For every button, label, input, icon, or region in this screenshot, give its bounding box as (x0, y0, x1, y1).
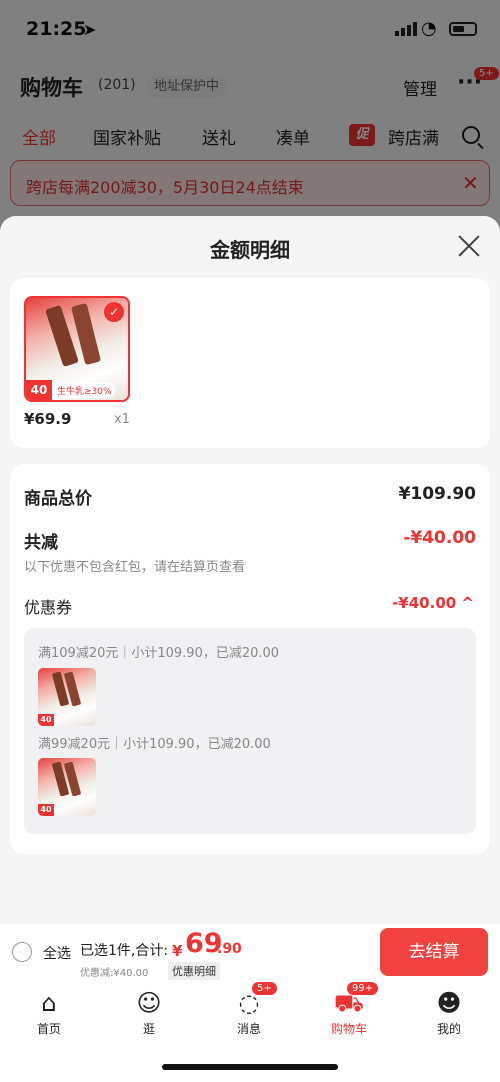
dim-overlay[interactable] (0, 0, 500, 230)
coupon-line: 满109减20元｜小计109.90，已减20.00 (38, 646, 280, 661)
home-icon: ⌂ (41, 989, 57, 1017)
product-qty: x1 (114, 412, 130, 427)
tab-cart[interactable]: ⛟ 购物车 (314, 988, 384, 1037)
reduce-label: 共减 (24, 533, 58, 553)
message-badge: 5+ (252, 982, 277, 995)
price-breakdown-card: 商品总价 ¥109.90 共减 -¥40.00 以下优惠不包含红包，请在结算页查… (10, 464, 490, 854)
home-indicator (162, 1064, 338, 1070)
tab-label: 首页 (36, 1022, 61, 1036)
select-all-label[interactable]: 全选 (43, 943, 71, 963)
currency-symbol: ¥ (172, 942, 183, 960)
coupon-detail-box: 满109减20元｜小计109.90，已减20.00 40 满99减20元｜小计1… (24, 628, 476, 834)
total-value: ¥109.90 (398, 484, 476, 504)
reduce-note: 以下优惠不包含红包，请在结算页查看 (24, 560, 246, 575)
tab-me[interactable]: ☻ 我的 (414, 988, 484, 1037)
coupon-label: 优惠券 (24, 598, 73, 617)
sheet-title: 金额明细 (210, 238, 290, 262)
face-icon: ☺ (136, 989, 162, 1017)
total-label: 商品总价 (24, 489, 92, 509)
product-card: ✓ 40 生牛乳≥30% ¥69.9 x1 (10, 278, 490, 448)
tab-label: 购物车 (330, 1022, 367, 1036)
tab-label: 消息 (236, 1022, 261, 1036)
selected-info: 已选1件,合计: (80, 943, 169, 959)
select-all-radio[interactable] (12, 942, 32, 962)
cart-badge: 99+ (347, 982, 379, 995)
coupon-product-image: 40 (38, 758, 96, 816)
product-image[interactable]: ✓ 40 生牛乳≥30% (24, 296, 130, 402)
checkout-bar: 全选 已选1件,合计: ¥ 69 .90 优惠减:¥40.00 优惠明细 去结算 (0, 924, 500, 982)
tab-messages[interactable]: ◌ 消息 (214, 988, 284, 1037)
tab-label: 我的 (436, 1022, 461, 1036)
tab-label: 逛 (142, 1022, 155, 1036)
reduce-value: -¥40.00 (403, 528, 476, 548)
coupon-value[interactable]: -¥40.00 ^ (392, 594, 474, 612)
tab-browse[interactable]: ☺ 逛 (114, 988, 184, 1037)
product-price: ¥69.9 (24, 410, 72, 428)
coupon-line: 满99减20元｜小计109.90，已减20.00 (38, 737, 271, 752)
user-icon: ☻ (436, 989, 462, 1017)
tab-home[interactable]: ⌂ 首页 (14, 988, 84, 1037)
discount-detail-button[interactable]: 优惠明细 (168, 962, 220, 980)
discount-text: 优惠减:¥40.00 (80, 968, 149, 979)
product-tag-text: 生牛乳≥30% (54, 383, 115, 398)
close-icon[interactable] (455, 232, 483, 260)
amount-decimal: .90 (217, 941, 242, 957)
coupon-product-image: 40 (38, 668, 96, 726)
product-tag: 40 (26, 380, 52, 400)
check-icon: ✓ (104, 302, 124, 322)
chevron-up-icon: ^ (461, 594, 474, 612)
checkout-button[interactable]: 去结算 (380, 928, 488, 976)
